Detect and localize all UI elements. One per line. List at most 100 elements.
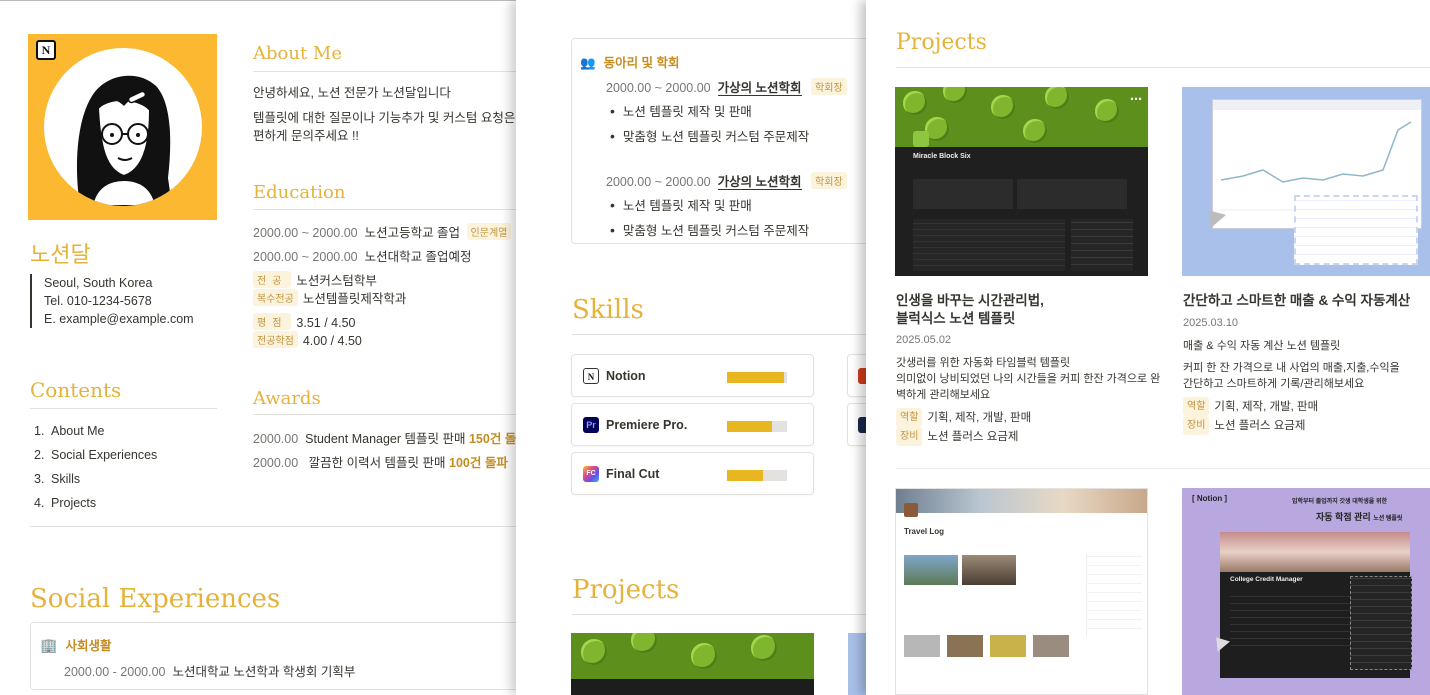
skill-card-notion: N Notion <box>571 354 814 397</box>
education-row-1: 2000.00 ~ 2000.00 노션고등학교 졸업 인문계열 <box>253 222 516 241</box>
awards-title: Awards <box>253 388 321 409</box>
contact-block: Seoul, South Korea Tel. 010-1234-5678 E.… <box>30 274 194 328</box>
resume-page-middle: 👥 동아리 및 학회 2000.00 ~ 2000.00 가상의 노션학회 학회장… <box>516 0 876 695</box>
notion-logo-icon: N <box>36 40 56 60</box>
thumb-tag: [ Notion ] <box>1192 494 1228 503</box>
major-text: 노션커스텀학부 <box>296 274 377 288</box>
clubs-card-header: 👥 동아리 및 학회 <box>580 56 680 70</box>
project-description: 갓생러를 위한 자동화 타임블럭 템플릿 의미없이 낭비되었던 나의 시간들을 … <box>896 357 1161 401</box>
skill-card-finalcut: FC Final Cut <box>571 452 814 495</box>
contents-item-skills[interactable]: 3. Skills <box>34 467 157 491</box>
social-title: Social Experiences <box>30 584 281 614</box>
thumb-line-1: 입학부터 졸업까지 갓생 대학생을 위한 <box>1292 499 1387 505</box>
contents-title: Contents <box>30 378 122 402</box>
people-icon: 👥 <box>580 56 596 70</box>
gpa-row: 평점 3.51 / 4.50 <box>253 313 355 330</box>
project-thumbnail[interactable] <box>571 633 814 695</box>
skill-level-bar <box>727 372 787 383</box>
thumb-line-2: 자동 학점 관리 노션 템플릿 <box>1316 512 1403 522</box>
date-text: 2000.00 ~ 2000.00 <box>253 226 358 240</box>
double-major-tag: 복수전공 <box>253 289 298 306</box>
divider <box>572 614 876 615</box>
building-icon: 🏢 <box>40 637 58 653</box>
contents-item-projects[interactable]: 4. Projects <box>34 491 157 515</box>
social-card-row: 2000.00 - 2000.00 노션대학교 노션학과 학생회 기획부 <box>64 665 356 679</box>
social-card-header: 🏢 사회생활 <box>40 637 112 653</box>
school-text: 노션고등학교 졸업 <box>364 226 461 240</box>
location-text: Seoul, South Korea <box>44 276 153 290</box>
school-text: 노션대학교 졸업예정 <box>364 250 472 264</box>
track-tag: 인문계열 <box>466 223 512 240</box>
education-title: Education <box>253 182 346 203</box>
project-thumbnail-travel[interactable]: Travel Log <box>895 488 1148 695</box>
divider <box>896 468 1430 469</box>
project-meta: 역할 기획, 제작, 개발, 판매 장비 노션 플러스 요금제 <box>1183 397 1318 435</box>
project-thumbnail-college[interactable]: [ Notion ] 입학부터 졸업까지 갓생 대학생을 위한 자동 학점 관리… <box>1182 488 1430 695</box>
award-highlight: 100건 돌파 <box>449 456 508 470</box>
club-entry-1: 2000.00 ~ 2000.00 가상의 노션학회 학회장 <box>606 77 852 96</box>
premiere-icon: Pr <box>583 417 599 433</box>
tel-text: Tel. 010-1234-5678 <box>44 294 152 308</box>
list-item: 노션 템플릿 제작 및 판매 <box>610 193 809 218</box>
divider <box>30 526 520 527</box>
notion-icon: N <box>583 368 599 384</box>
major-gpa-tag: 전공학점 <box>253 331 298 348</box>
email-text: E. example@example.com <box>44 312 194 326</box>
skill-label: Premiere Pro. <box>606 418 688 432</box>
project-date: 2025.05.02 <box>896 334 952 346</box>
project-meta: 역할 기획, 제작, 개발, 판매 장비 노션 플러스 요금제 <box>896 408 1031 446</box>
award-row-2: 2000.00 깔끔한 이력서 템플릿 판매 100건 돌파 <box>253 456 508 470</box>
divider <box>30 408 217 409</box>
club-entry-2-bullets: 노션 템플릿 제작 및 판매 맞춤형 노션 템플릿 커스텀 주문제작 <box>610 193 809 243</box>
about-line-1: 안녕하세요, 노션 전문가 노션달입니다 <box>253 86 451 100</box>
more-icon[interactable]: ⋯ <box>1130 92 1142 106</box>
thumb-heading: Miracle Block Six <box>913 153 971 160</box>
projects-title-mid: Projects <box>572 575 680 605</box>
club-entry-2: 2000.00 ~ 2000.00 가상의 노션학회 학회장 <box>606 171 852 190</box>
award-highlight: 150건 돌파 <box>468 432 520 446</box>
about-line-2: 템플릿에 대한 질문이나 기능추가 및 커스텀 요청은 <box>253 111 516 125</box>
list-item: 노션 템플릿 제작 및 판매 <box>610 99 809 124</box>
about-title: About Me <box>253 43 342 64</box>
major-tag: 전공 <box>253 271 292 288</box>
skill-level-bar <box>727 470 787 481</box>
gpa-text: 3.51 / 4.50 <box>296 316 356 330</box>
club-entry-1-bullets: 노션 템플릿 제작 및 판매 맞춤형 노션 템플릿 커스텀 주문제작 <box>610 99 809 149</box>
skills-title: Skills <box>572 295 644 325</box>
list-item: 맞춤형 노션 템플릿 커스텀 주문제작 <box>610 218 809 243</box>
about-line-3: 편하게 문의주세요 !! <box>253 129 359 143</box>
puzzle-icon <box>913 131 929 147</box>
skill-level-bar <box>727 421 787 432</box>
divider <box>896 67 1430 68</box>
suitcase-icon <box>904 503 918 517</box>
double-major-row: 복수전공 노션템플릿제작학과 <box>253 288 406 307</box>
project-thumbnail-sales[interactable] <box>1182 87 1430 276</box>
list-item: 맞춤형 노션 템플릿 커스텀 주문제작 <box>610 124 809 149</box>
avatar <box>44 48 202 206</box>
projects-gallery: Projects ⋯ Miracle Block Six 인생을 바꾸는 시간관… <box>866 0 1430 695</box>
project-title[interactable]: 인생을 바꾸는 시간관리법, 블럭식스 노션 템플릿 <box>896 292 1044 328</box>
award-row-1: 2000.00 Student Manager 템플릿 판매 150건 돌파 <box>253 428 520 447</box>
divider <box>572 334 876 335</box>
contents-list: 1. About Me 2. Social Experiences 3. Skills… <box>34 419 157 515</box>
profile-name: 노션달 <box>30 243 91 268</box>
divider <box>253 209 520 210</box>
contents-item-about[interactable]: 1. About Me <box>34 419 157 443</box>
avatar-illustration <box>76 75 172 206</box>
major-gpa-text: 4.00 / 4.50 <box>302 334 362 348</box>
divider <box>253 414 520 415</box>
contents-item-social[interactable]: 2. Social Experiences <box>34 443 157 467</box>
date-text: 2000.00 ~ 2000.00 <box>253 250 358 264</box>
project-description: 매출 & 수익 자동 계산 노션 템플릿 커피 한 잔 가격으로 내 사업의 매… <box>1183 340 1400 390</box>
gpa-tag: 평점 <box>253 313 292 330</box>
project-title[interactable]: 간단하고 스마트한 매출 & 수익 자동계산 <box>1183 292 1410 310</box>
thumb-heading: College Credit Manager <box>1230 576 1303 583</box>
major-gpa-row: 전공학점 4.00 / 4.50 <box>253 331 362 348</box>
education-row-2: 2000.00 ~ 2000.00 노션대학교 졸업예정 <box>253 246 472 265</box>
skill-card-premiere: Pr Premiere Pro. <box>571 403 814 446</box>
skill-label: Final Cut <box>606 467 660 481</box>
divider <box>253 71 520 72</box>
thumb-heading: Travel Log <box>904 527 945 536</box>
project-thumbnail-blocksix[interactable]: ⋯ Miracle Block Six <box>895 87 1148 276</box>
resume-page-left: N 노션달 Seoul, South Korea Tel. 010-1234-5… <box>0 0 520 695</box>
